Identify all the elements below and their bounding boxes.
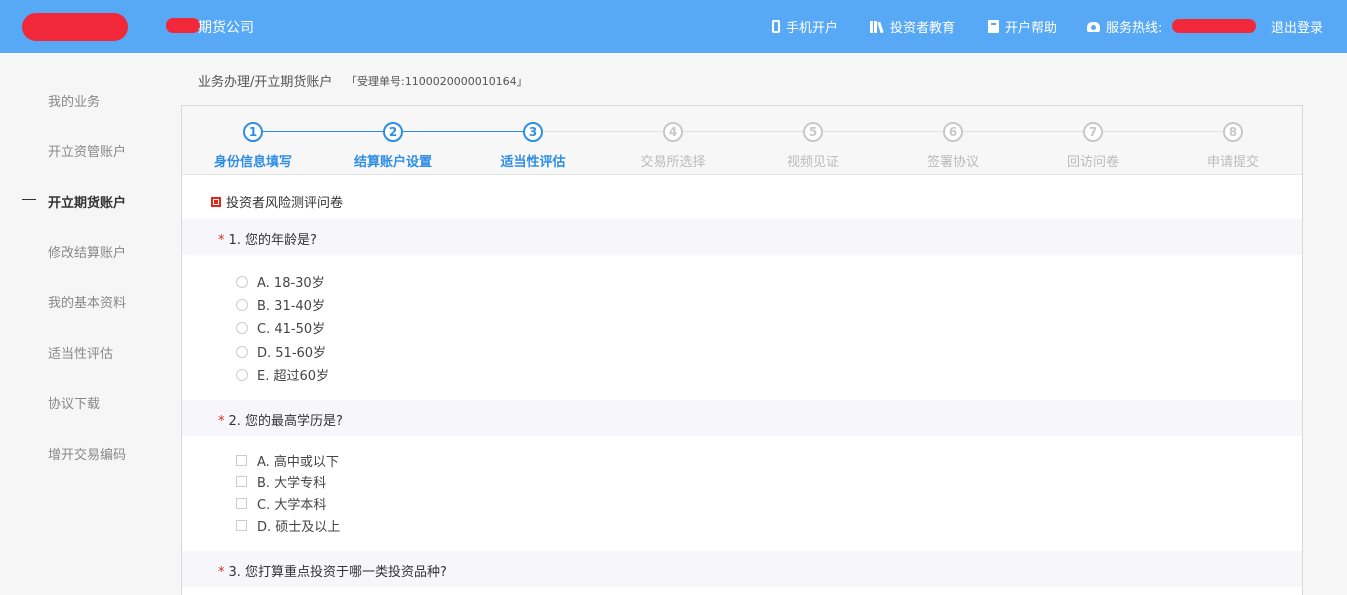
radio-button[interactable] [236, 298, 248, 311]
step-connector [963, 131, 1093, 132]
step-1-circle: 1 [243, 122, 263, 142]
step-6-circle: 6 [943, 122, 963, 142]
radio-button[interactable] [236, 321, 248, 334]
receipt-number: 「受理单号:1100020000010164」 [346, 75, 528, 88]
service-hotline: 服务热线: [1087, 17, 1162, 36]
question-1-option-e[interactable]: E. 超过60岁 [236, 365, 329, 384]
mobile-open-link[interactable]: 手机开户 [772, 17, 838, 36]
books-icon [870, 20, 884, 33]
top-header: 期货公司 手机开户 投资者教育 开户帮助 服务热线: 退出登录 [0, 0, 1347, 53]
question-2-text: * 2. 您的最高学历是? [218, 410, 343, 429]
question-2-option-c[interactable]: C. 大学本科 [236, 494, 326, 513]
checkbox[interactable] [236, 520, 247, 531]
step-connector [263, 131, 393, 132]
required-mark: * [218, 233, 225, 248]
company-name: 期货公司 [198, 20, 254, 36]
hotline-number-redacted [1172, 19, 1256, 33]
question-1-option-c[interactable]: C. 41-50岁 [236, 318, 325, 337]
option-label: A. 高中或以下 [257, 455, 339, 470]
question-3-text: * 3. 您打算重点投资于哪一类投资品种? [218, 561, 447, 580]
required-mark: * [218, 414, 225, 429]
question-2-header: * 2. 您的最高学历是? [182, 400, 1302, 436]
service-hotline-label: 服务热线: [1106, 21, 1163, 36]
sidebar-item-my-business[interactable]: 我的业务 [48, 91, 100, 110]
questionnaire-title: 投资者风险测评问卷 [211, 192, 343, 211]
step-8-circle: 8 [1223, 122, 1243, 142]
questionnaire-title-text: 投资者风险测评问卷 [226, 196, 344, 211]
checkbox[interactable] [236, 476, 247, 487]
sidebar-item-asset-mgmt-account[interactable]: 开立资管账户 [48, 141, 126, 160]
checkbox[interactable] [236, 498, 247, 509]
sidebar: 我的业务 开立资管账户 开立期货账户 修改结算账户 我的基本资料 适当性评估 协… [0, 53, 170, 595]
sidebar-item-agreement-download[interactable]: 协议下载 [48, 393, 100, 412]
question-1-label: 1. 您的年龄是? [228, 233, 317, 248]
progress-steps: 1 身份信息填写 2 结算账户设置 3 适当性评估 4 交易所选择 5 视频见证… [182, 106, 1302, 175]
section-square-icon [211, 196, 221, 207]
logo-redacted [22, 13, 128, 41]
question-2-option-a[interactable]: A. 高中或以下 [236, 451, 339, 470]
option-label: E. 超过60岁 [257, 369, 330, 384]
option-label: C. 大学本科 [257, 498, 327, 513]
active-indicator [22, 199, 36, 200]
question-1-header: * 1. 您的年龄是? [182, 219, 1302, 255]
step-connector [403, 131, 533, 132]
question-3-label: 3. 您打算重点投资于哪一类投资品种? [228, 565, 447, 580]
step-connector [1103, 131, 1233, 132]
sidebar-item-modify-settlement[interactable]: 修改结算账户 [48, 242, 126, 261]
logout-link[interactable]: 退出登录 [1271, 17, 1323, 36]
step-5-circle: 5 [803, 122, 823, 142]
telephone-icon [1087, 21, 1100, 32]
step-7-label: 回访问卷 [1066, 155, 1119, 170]
option-label: C. 41-50岁 [257, 322, 326, 337]
investor-education-link[interactable]: 投资者教育 [870, 17, 955, 36]
option-label: A. 18-30岁 [257, 276, 325, 291]
book-icon [988, 20, 999, 33]
radio-button[interactable] [236, 368, 248, 381]
question-2-option-d[interactable]: D. 硕士及以上 [236, 516, 340, 535]
radio-button[interactable] [236, 345, 248, 358]
mobile-open-label: 手机开户 [786, 21, 839, 36]
question-3-header: * 3. 您打算重点投资于哪一类投资品种? [182, 551, 1302, 587]
option-label: D. 51-60岁 [257, 346, 327, 361]
question-1-option-b[interactable]: B. 31-40岁 [236, 295, 325, 314]
sidebar-item-add-trading-code[interactable]: 增开交易编码 [48, 444, 126, 463]
step-1-label: 身份信息填写 [213, 155, 292, 170]
option-label: B. 大学专科 [257, 476, 327, 491]
step-connector [543, 131, 673, 132]
question-1-text: * 1. 您的年龄是? [218, 229, 317, 248]
option-label: D. 硕士及以上 [257, 520, 341, 535]
breadcrumb: 业务办理/开立期货账户 [198, 75, 333, 90]
question-2-label: 2. 您的最高学历是? [228, 414, 343, 429]
sidebar-item-suitability[interactable]: 适当性评估 [48, 343, 113, 362]
mobile-icon [772, 20, 780, 33]
question-2-option-b[interactable]: B. 大学专科 [236, 472, 326, 491]
question-1-option-a[interactable]: A. 18-30岁 [236, 272, 325, 291]
main-panel: 1 身份信息填写 2 结算账户设置 3 适当性评估 4 交易所选择 5 视频见证… [181, 105, 1303, 595]
step-connector [823, 131, 953, 132]
step-7-circle: 7 [1083, 122, 1103, 142]
step-8-label: 申请提交 [1206, 155, 1259, 170]
option-label: B. 31-40岁 [257, 299, 325, 314]
company-name-redacted [166, 18, 200, 33]
radio-button[interactable] [236, 275, 248, 288]
question-1-option-d[interactable]: D. 51-60岁 [236, 342, 326, 361]
step-6-label: 签署协议 [926, 155, 979, 170]
checkbox[interactable] [236, 455, 247, 466]
open-help-label: 开户帮助 [1005, 21, 1058, 36]
investor-education-label: 投资者教育 [890, 21, 956, 36]
logout-label: 退出登录 [1271, 21, 1324, 36]
sidebar-item-basic-info[interactable]: 我的基本资料 [48, 292, 126, 311]
step-5-label: 视频见证 [786, 155, 839, 170]
required-mark: * [218, 565, 225, 580]
step-3-circle: 3 [523, 122, 543, 142]
sidebar-item-futures-account[interactable]: 开立期货账户 [48, 192, 126, 211]
step-connector [683, 131, 813, 132]
open-help-link[interactable]: 开户帮助 [988, 17, 1057, 36]
step-2-label: 结算账户设置 [353, 155, 432, 170]
step-2-circle: 2 [383, 122, 403, 142]
step-4-circle: 4 [663, 122, 683, 142]
step-3-label: 适当性评估 [500, 155, 566, 170]
step-4-label: 交易所选择 [640, 155, 706, 170]
